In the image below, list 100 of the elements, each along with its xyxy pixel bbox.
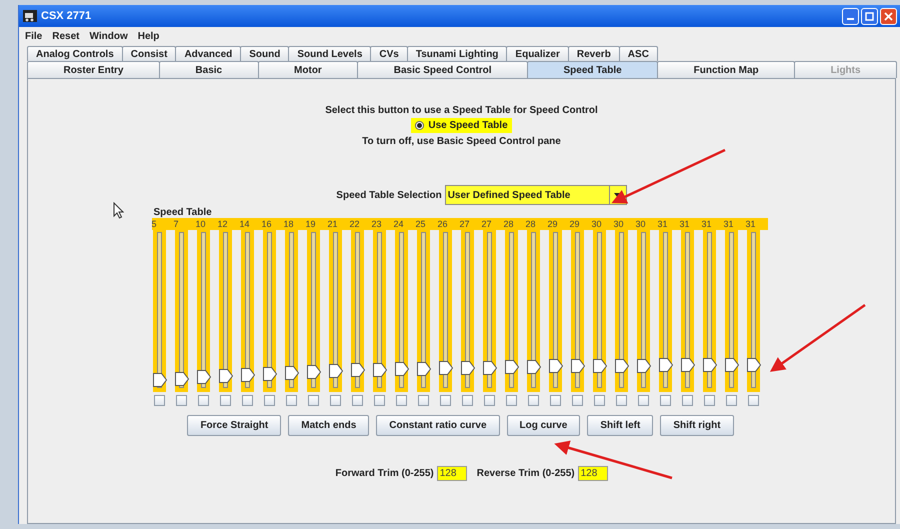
tab[interactable]: Equalizer (506, 46, 569, 61)
tab[interactable]: Basic (158, 61, 259, 78)
tab[interactable]: Function Map (657, 61, 796, 78)
slider[interactable] (284, 230, 298, 392)
checkbox[interactable] (198, 395, 208, 406)
slider[interactable] (460, 230, 474, 392)
trim-field[interactable]: 128 (578, 466, 608, 481)
tab[interactable]: Analog Controls (27, 46, 123, 61)
slider-thumb[interactable] (416, 362, 430, 376)
checkbox[interactable] (462, 395, 472, 406)
slider-thumb[interactable] (746, 358, 760, 372)
close-button[interactable] (880, 8, 897, 24)
tab[interactable]: ASC (618, 46, 658, 61)
slider[interactable] (592, 230, 606, 392)
tab[interactable]: Sound (240, 46, 290, 61)
slider[interactable] (328, 230, 342, 392)
slider-thumb[interactable] (724, 358, 738, 372)
checkbox[interactable] (286, 395, 296, 406)
slider[interactable] (570, 230, 584, 392)
slider-thumb[interactable] (702, 358, 716, 372)
checkbox[interactable] (396, 395, 406, 406)
menu-item[interactable]: Window (89, 31, 128, 42)
slider-thumb[interactable] (570, 359, 584, 374)
use-speed-table-radio[interactable]: Use Speed Table (411, 118, 512, 133)
slider[interactable] (174, 230, 188, 392)
checkbox[interactable] (352, 395, 362, 406)
checkbox[interactable] (572, 395, 582, 406)
tab[interactable]: Basic Speed Control (357, 61, 528, 78)
checkbox[interactable] (440, 395, 450, 406)
slider-thumb[interactable] (438, 361, 452, 376)
slider[interactable] (152, 230, 166, 392)
curve-button[interactable]: Shift left (587, 415, 654, 436)
checkbox[interactable] (176, 395, 186, 406)
slider[interactable] (702, 230, 716, 392)
speed-table-dropdown[interactable]: User Defined Speed Table (444, 185, 627, 205)
slider-thumb[interactable] (152, 373, 166, 388)
slider-thumb[interactable] (262, 366, 276, 381)
tab[interactable]: Reverb (568, 46, 620, 61)
menu-item[interactable]: Reset (52, 31, 80, 42)
slider-thumb[interactable] (196, 370, 210, 384)
checkbox[interactable] (506, 395, 516, 406)
slider-thumb[interactable] (548, 359, 562, 374)
slider[interactable] (240, 230, 254, 392)
checkbox[interactable] (484, 395, 494, 406)
curve-button[interactable]: Match ends (288, 415, 370, 436)
tab[interactable]: Motor (258, 61, 358, 78)
tab[interactable]: CVs (370, 46, 408, 61)
slider[interactable] (636, 230, 650, 392)
slider-thumb[interactable] (680, 358, 694, 372)
slider[interactable] (746, 230, 760, 392)
tab[interactable]: Sound Levels (288, 46, 372, 61)
slider-thumb[interactable] (460, 360, 474, 375)
checkbox[interactable] (374, 395, 384, 406)
tab[interactable]: Consist (122, 46, 176, 61)
checkbox[interactable] (242, 395, 252, 406)
checkbox[interactable] (638, 395, 648, 406)
checkbox[interactable] (550, 395, 560, 406)
slider-thumb[interactable] (328, 364, 342, 378)
slider-thumb[interactable] (372, 362, 386, 377)
slider[interactable] (196, 230, 210, 392)
checkbox[interactable] (418, 395, 428, 406)
slider-thumb[interactable] (504, 360, 518, 374)
tab[interactable]: Speed Table (527, 61, 658, 78)
slider[interactable] (724, 230, 738, 392)
checkbox[interactable] (528, 395, 538, 406)
slider[interactable] (262, 230, 276, 392)
slider[interactable] (350, 230, 364, 392)
curve-button[interactable]: Shift right (660, 415, 734, 436)
checkbox[interactable] (616, 395, 626, 406)
curve-button[interactable]: Constant ratio curve (376, 415, 500, 436)
slider[interactable] (416, 230, 430, 392)
slider[interactable] (306, 230, 320, 392)
checkbox[interactable] (220, 395, 230, 406)
checkbox[interactable] (330, 395, 340, 406)
slider-thumb[interactable] (174, 372, 188, 386)
slider-thumb[interactable] (284, 366, 298, 380)
curve-button[interactable]: Force Straight (187, 415, 282, 436)
slider[interactable] (680, 230, 694, 392)
slider[interactable] (438, 230, 452, 392)
slider-thumb[interactable] (240, 368, 254, 382)
slider[interactable] (548, 230, 562, 392)
slider[interactable] (218, 230, 232, 392)
slider-thumb[interactable] (350, 363, 364, 378)
checkbox[interactable] (594, 395, 604, 406)
slider-thumb[interactable] (636, 358, 650, 373)
slider-thumb[interactable] (218, 369, 232, 384)
slider-thumb[interactable] (526, 360, 540, 374)
checkbox[interactable] (660, 395, 670, 406)
checkbox[interactable] (154, 395, 164, 406)
slider-thumb[interactable] (658, 358, 672, 372)
slider-thumb[interactable] (614, 358, 628, 373)
slider[interactable] (526, 230, 540, 392)
menu-item[interactable]: File (25, 31, 42, 42)
tab[interactable]: Roster Entry (27, 61, 160, 78)
checkbox[interactable] (308, 395, 318, 406)
tab[interactable]: Advanced (175, 46, 242, 61)
slider[interactable] (658, 230, 672, 392)
checkbox[interactable] (264, 395, 274, 406)
slider-thumb[interactable] (482, 360, 496, 375)
curve-button[interactable]: Log curve (506, 415, 580, 436)
